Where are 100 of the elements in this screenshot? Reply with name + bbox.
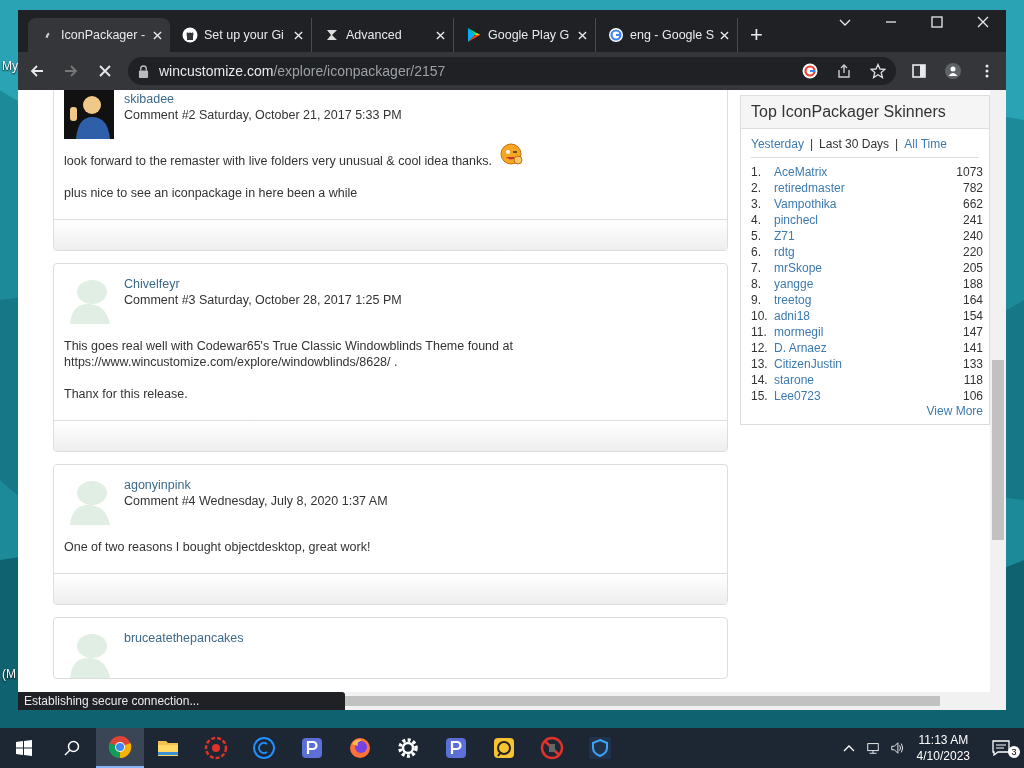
skinner-link[interactable]: adni18 xyxy=(774,309,963,323)
rank-number: 6. xyxy=(751,245,762,259)
view-more-link[interactable]: View More xyxy=(926,404,983,418)
skinner-link[interactable]: pinchecl xyxy=(774,213,963,227)
skinner-link[interactable]: AceMatrix xyxy=(774,165,957,179)
username-link[interactable]: agonyinpink xyxy=(124,478,388,492)
comment-text: Thanx for this release. xyxy=(64,386,188,402)
star-icon[interactable] xyxy=(870,63,886,79)
notification-icon[interactable] xyxy=(992,740,1010,756)
separator: | xyxy=(895,137,899,151)
period-tab[interactable]: Last 30 Days xyxy=(819,137,890,151)
skinner-link[interactable]: CitizenJustin xyxy=(774,357,963,371)
google-icon xyxy=(608,27,624,43)
firefox-icon xyxy=(348,736,372,760)
close-icon[interactable] xyxy=(436,30,445,40)
skin-count: 662 xyxy=(962,197,983,211)
username-link[interactable]: Chivelfeyr xyxy=(124,277,402,291)
skin-count: 164 xyxy=(962,293,983,307)
skin-count: 154 xyxy=(962,309,983,323)
clock[interactable]: 11:13 AM 4/10/2023 xyxy=(908,732,978,764)
comment-date: Comment #4 Wednesday, July 8, 2020 1:37 AM xyxy=(124,494,388,508)
close-icon[interactable] xyxy=(720,30,729,40)
skinner-link[interactable]: yangge xyxy=(774,277,963,291)
rank-number: 12. xyxy=(751,341,769,355)
rank-number: 9. xyxy=(751,293,762,307)
comment-date: Comment #2 Saturday, October 21, 2017 5:33 PM xyxy=(124,108,402,122)
skinner-link[interactable]: rdtg xyxy=(774,245,963,259)
rank-number: 5. xyxy=(751,229,762,243)
close-icon[interactable] xyxy=(294,30,303,40)
maximize-icon[interactable] xyxy=(930,15,944,29)
username-link[interactable]: skibadee xyxy=(124,92,402,106)
skinner-link[interactable]: mrSkope xyxy=(774,261,963,275)
desktop-icon-label: My xyxy=(2,59,18,73)
google-icon[interactable] xyxy=(802,63,818,79)
chrome-icon xyxy=(108,735,132,759)
blocked-icon xyxy=(540,736,564,760)
skin-count: 782 xyxy=(962,181,983,195)
panel-title: Top IconPackager Skinners xyxy=(751,103,946,120)
new-tab-button[interactable]: + xyxy=(738,18,775,52)
shield-icon xyxy=(588,736,612,760)
avatar-icon xyxy=(64,90,114,139)
skin-count: 141 xyxy=(962,341,983,355)
period-tab[interactable]: All Time xyxy=(904,137,947,151)
skinner-link[interactable]: Lee0723 xyxy=(774,389,963,403)
logo-icon xyxy=(324,27,340,43)
rank-number: 8. xyxy=(751,277,762,291)
period-tab[interactable]: Yesterday xyxy=(751,137,804,151)
rank-number: 3. xyxy=(751,197,762,211)
profile-icon[interactable] xyxy=(942,60,964,82)
separator: | xyxy=(809,137,814,151)
skin-count: 1073 xyxy=(956,165,983,179)
close-icon[interactable] xyxy=(976,15,990,29)
browser-tab[interactable]: IconPackager - xyxy=(28,18,170,52)
username-link[interactable]: bruceatethepancakes xyxy=(124,631,244,645)
horizontal-scrollbar[interactable] xyxy=(345,692,1006,710)
skin-count: 147 xyxy=(962,325,983,339)
rank-number: 2. xyxy=(751,181,762,195)
rank-number: 10. xyxy=(751,309,769,323)
close-icon[interactable] xyxy=(153,30,162,40)
lock-icon xyxy=(138,64,149,78)
rank-number: 7. xyxy=(751,261,762,275)
play-icon xyxy=(466,27,482,43)
comment-text: look forward to the remaster with live folders very unusual & cool idea thanks. xyxy=(64,153,492,169)
close-icon[interactable] xyxy=(578,30,587,40)
skin-count: 220 xyxy=(962,245,983,259)
skin-count: 188 xyxy=(962,277,983,291)
rank-number: 13. xyxy=(751,357,769,371)
rank-number: 11. xyxy=(751,325,768,339)
rank-number: 14. xyxy=(751,373,769,387)
volume-icon[interactable] xyxy=(889,741,904,755)
gear-icon xyxy=(204,736,228,760)
settings-icon xyxy=(396,736,420,760)
comment-date: Comment #3 Saturday, October 28, 2017 1:25 PM xyxy=(124,293,402,307)
skin-count: 240 xyxy=(962,229,983,243)
skinner-link[interactable]: starone xyxy=(774,373,964,387)
skin-count: 118 xyxy=(963,373,983,387)
rank-number: 15. xyxy=(751,389,769,403)
skinner-link[interactable]: treetog xyxy=(774,293,963,307)
skin-count: 133 xyxy=(962,357,983,371)
vertical-scrollbar[interactable] xyxy=(990,90,1006,692)
skin-count: 205 xyxy=(962,261,983,275)
rank-number: 1. xyxy=(751,165,762,179)
skin-count: 241 xyxy=(962,213,983,227)
notification-count: 3 xyxy=(1008,746,1020,758)
skinner-link[interactable]: retiredmaster xyxy=(774,181,963,195)
desktop-icon-label: (M xyxy=(2,667,16,681)
letter-p-icon xyxy=(300,736,324,760)
skinner-link[interactable]: D. Arnaez xyxy=(774,341,963,355)
skinner-link[interactable]: Z71 xyxy=(774,229,963,243)
search-app-icon xyxy=(492,736,516,760)
network-icon[interactable] xyxy=(865,741,880,755)
comment-text: This goes real well with Codewar65's True Classic Windowblinds Theme found at https://www.wincustomize.com/explore/windowblinds/8628/ . xyxy=(64,338,514,370)
skinner-link[interactable]: mormegil xyxy=(774,325,963,339)
comment-text: plus nice to see an iconpackage in here been a while xyxy=(64,185,358,201)
rank-number: 4. xyxy=(751,213,762,227)
letter-c-icon xyxy=(252,736,276,760)
loading-icon xyxy=(45,31,50,39)
skinner-link[interactable]: Vampothika xyxy=(774,197,963,211)
comment-text: One of two reasons I bought objectdesktop, great work! xyxy=(64,539,371,555)
share-icon[interactable] xyxy=(836,63,852,79)
